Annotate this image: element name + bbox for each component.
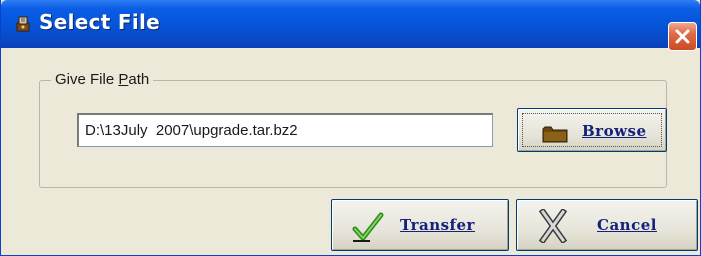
select-file-dialog: Select File Give File Path Browse <box>0 0 701 256</box>
legend-suffix: ath <box>128 71 150 88</box>
checkmark-icon <box>352 211 384 248</box>
app-icon <box>13 13 33 33</box>
window-title: Select File <box>39 10 161 34</box>
legend-prefix: Give File <box>55 71 119 88</box>
legend-mnemonic: P <box>118 71 129 88</box>
close-icon <box>675 29 690 44</box>
cancel-button[interactable]: Cancel <box>516 199 698 251</box>
transfer-button[interactable]: Transfer <box>331 199 509 251</box>
x-cancel-icon <box>538 207 568 248</box>
cancel-label: Cancel <box>597 216 657 234</box>
close-button[interactable] <box>668 22 697 51</box>
file-path-input[interactable] <box>77 113 493 147</box>
folder-icon <box>542 125 568 148</box>
browse-button[interactable]: Browse <box>517 108 667 152</box>
transfer-label: Transfer <box>400 216 475 234</box>
title-bar[interactable]: Select File <box>1 0 700 51</box>
group-legend: Give File Path <box>51 71 154 88</box>
browse-label: Browse <box>582 122 647 140</box>
